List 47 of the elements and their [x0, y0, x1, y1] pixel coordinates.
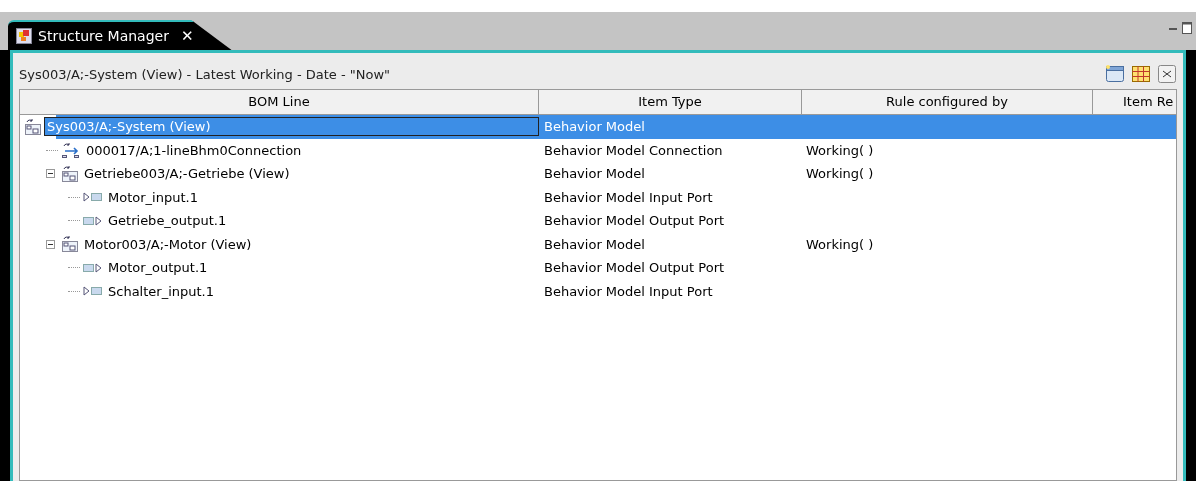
table-row[interactable]: 000017/A;1-lineBhm0Connection Behavior Model Connection Working( ) [20, 138, 1176, 162]
expander[interactable] [46, 169, 58, 179]
table-row[interactable]: Motor003/A;-Motor (View) Behavior Model Working( ) [20, 232, 1176, 256]
item-type: Behavior Model Connection [544, 142, 723, 158]
app-icon [16, 28, 32, 44]
connection-icon [61, 141, 81, 160]
column-header[interactable]: Item Re [1093, 90, 1176, 114]
bom-line: Schalter_input.1 [107, 282, 215, 300]
rule-value: Working( ) [806, 236, 874, 252]
bom-line: Getriebe003/A;-Getriebe (View) [83, 165, 291, 183]
bom-line: 000017/A;1-lineBhm0Connection [85, 141, 303, 159]
input-port-icon [83, 191, 103, 204]
column-header[interactable]: Rule configured by [802, 90, 1093, 114]
column-header[interactable]: Item Type [539, 90, 802, 114]
expander[interactable] [46, 239, 58, 249]
model-icon [61, 235, 79, 254]
output-port-icon [83, 214, 103, 227]
window-icon[interactable] [1105, 64, 1125, 84]
item-type: Behavior Model [544, 119, 645, 135]
item-type: Behavior Model [544, 236, 645, 252]
panel-title: Sys003/A;-System (View) - Latest Working - Date - "Now" [19, 66, 391, 82]
maximize-icon[interactable] [1182, 22, 1192, 34]
bom-line: Motor_output.1 [107, 259, 209, 277]
bom-line: Motor_input.1 [107, 188, 199, 206]
item-type: Behavior Model Input Port [544, 189, 713, 205]
column-header[interactable]: BOM Line [20, 90, 539, 114]
close-icon[interactable]: ✕ [180, 27, 194, 45]
table-row[interactable]: Schalter_input.1 Behavior Model Input Port [20, 279, 1176, 303]
table-row[interactable]: Motor_input.1 Behavior Model Input Port [20, 185, 1176, 209]
rule-value: Working( ) [806, 166, 874, 182]
table-row[interactable]: Motor_output.1 Behavior Model Output Port [20, 256, 1176, 280]
item-type: Behavior Model Output Port [544, 213, 725, 229]
output-port-icon [83, 261, 103, 274]
table-row[interactable]: Getriebe_output.1 Behavior Model Output Port [20, 209, 1176, 233]
rule-value: Working( ) [806, 142, 874, 158]
item-type: Behavior Model [544, 166, 645, 182]
bom-line: Motor003/A;-Motor (View) [83, 235, 253, 253]
model-icon [24, 117, 42, 136]
panel-tab[interactable]: Structure Manager ✕ [8, 20, 232, 50]
collapse-icon[interactable] [1157, 64, 1177, 84]
table-row[interactable]: Getriebe003/A;-Getriebe (View) Behavior Model Working( ) [20, 162, 1176, 186]
input-port-icon [83, 285, 103, 298]
bom-line: Getriebe_output.1 [107, 212, 228, 230]
table-icon[interactable] [1131, 64, 1151, 84]
item-type: Behavior Model Input Port [544, 283, 713, 299]
item-type: Behavior Model Output Port [544, 260, 725, 276]
model-icon [61, 164, 79, 183]
